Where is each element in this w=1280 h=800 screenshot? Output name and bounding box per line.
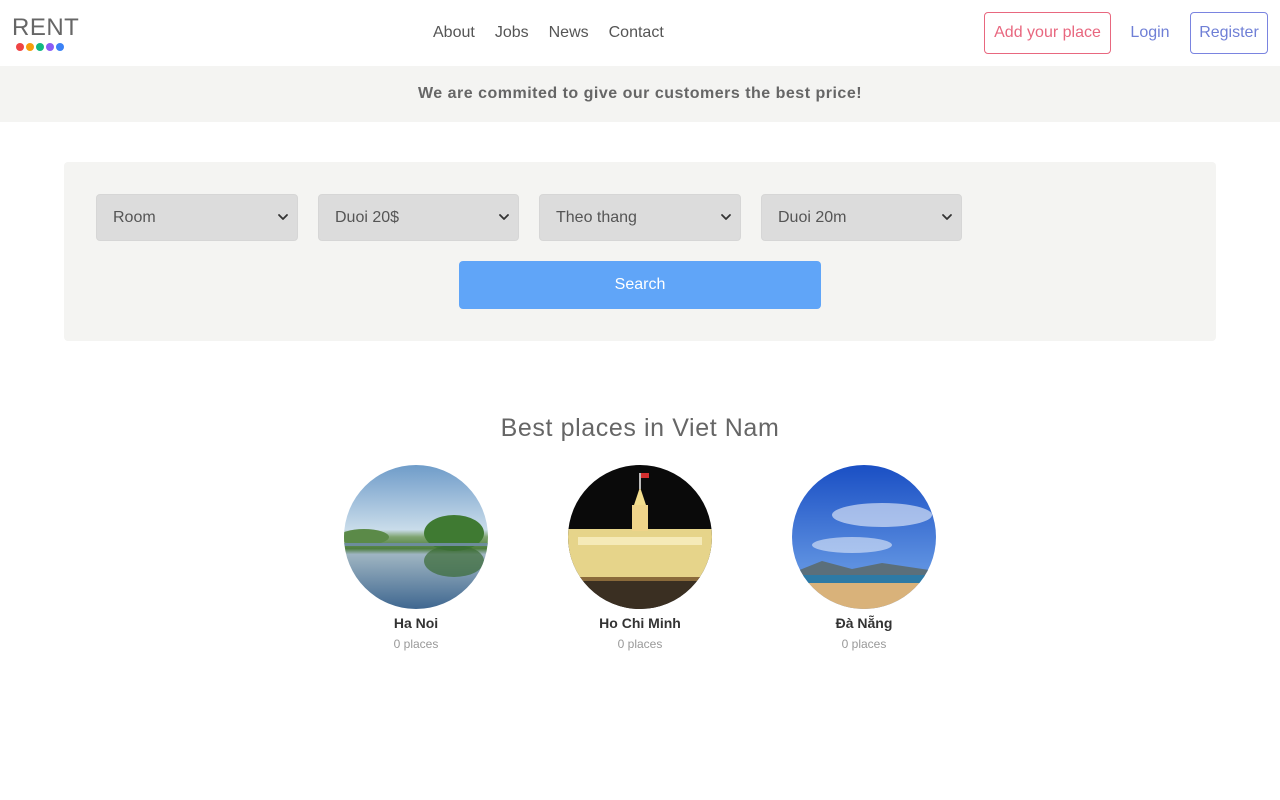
nav-link-about[interactable]: About bbox=[423, 20, 485, 46]
logo-dots bbox=[16, 43, 82, 51]
type-select[interactable]: Room bbox=[96, 194, 298, 241]
place-card-ha-noi[interactable]: Ha Noi 0 places bbox=[344, 465, 488, 651]
period-select-value: Theo thang bbox=[556, 208, 637, 226]
top-navbar: RENT About Jobs News Contact Add your pl… bbox=[0, 0, 1280, 66]
logo-text: RENT bbox=[12, 14, 80, 41]
register-button[interactable]: Register bbox=[1190, 12, 1268, 54]
place-name: Ha Noi bbox=[393, 615, 439, 631]
nav-link-news[interactable]: News bbox=[539, 20, 599, 46]
area-select[interactable]: Duoi 20m bbox=[761, 194, 962, 241]
place-name: Ho Chi Minh bbox=[599, 615, 681, 631]
chevron-down-icon bbox=[278, 214, 288, 220]
place-name: Đà Nẵng bbox=[835, 615, 893, 631]
logo-dot-green bbox=[36, 43, 44, 51]
place-count: 0 places bbox=[841, 637, 887, 651]
ha-noi-image[interactable] bbox=[344, 465, 488, 609]
logo-dot-blue bbox=[56, 43, 64, 51]
place-count: 0 places bbox=[393, 637, 439, 651]
nav-link-jobs[interactable]: Jobs bbox=[485, 20, 539, 46]
place-card-da-nang[interactable]: Đà Nẵng 0 places bbox=[792, 465, 936, 651]
chevron-down-icon bbox=[721, 214, 731, 220]
place-count: 0 places bbox=[617, 637, 663, 651]
period-select[interactable]: Theo thang bbox=[539, 194, 741, 241]
nav-link-contact[interactable]: Contact bbox=[599, 20, 674, 46]
chevron-down-icon bbox=[942, 214, 952, 220]
ho-chi-minh-image[interactable] bbox=[568, 465, 712, 609]
logo-dot-red bbox=[16, 43, 24, 51]
type-select-value: Room bbox=[113, 208, 156, 226]
logo-dot-orange bbox=[26, 43, 34, 51]
area-select-value: Duoi 20m bbox=[778, 208, 847, 226]
logo-dot-purple bbox=[46, 43, 54, 51]
brand-logo[interactable]: RENT bbox=[12, 16, 82, 56]
login-button[interactable]: Login bbox=[1120, 12, 1180, 54]
price-select-value: Duoi 20$ bbox=[335, 208, 400, 226]
price-select[interactable]: Duoi 20$ bbox=[318, 194, 519, 241]
banner-text: We are commited to give our customers th… bbox=[417, 85, 863, 102]
chevron-down-icon bbox=[499, 214, 509, 220]
da-nang-image[interactable] bbox=[792, 465, 936, 609]
best-places-title: Best places in Viet Nam bbox=[500, 414, 780, 442]
add-your-place-button[interactable]: Add your place bbox=[984, 12, 1111, 54]
search-button[interactable]: Search bbox=[459, 261, 821, 309]
place-card-ho-chi-minh[interactable]: Ho Chi Minh 0 places bbox=[568, 465, 712, 651]
promo-banner: We are commited to give our customers th… bbox=[0, 66, 1280, 122]
main-nav: About Jobs News Contact bbox=[423, 20, 674, 46]
search-panel: Room Duoi 20$ Theo thang Duoi 20m Search bbox=[64, 162, 1216, 341]
